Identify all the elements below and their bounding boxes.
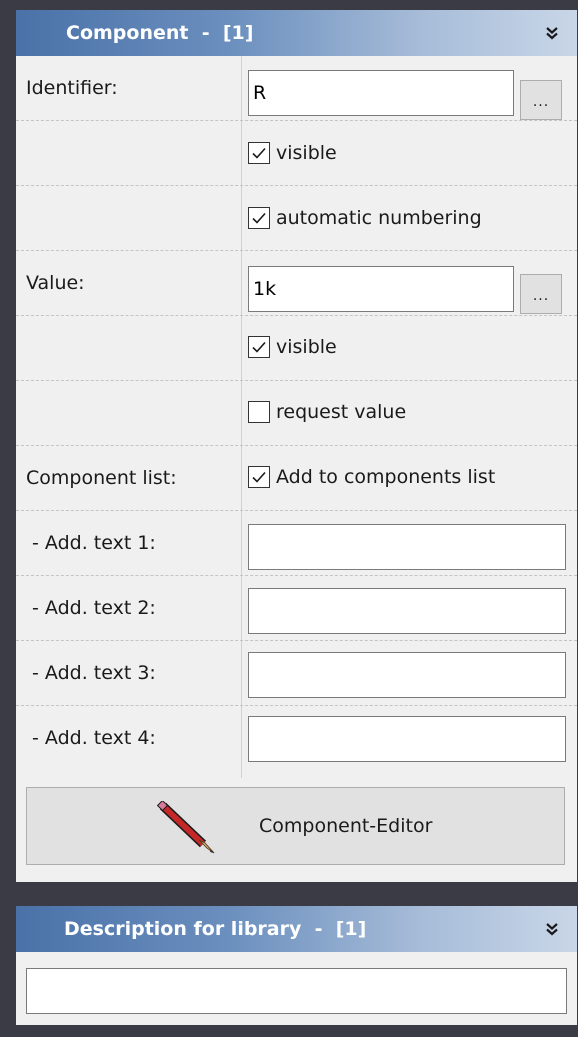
- checkmark-icon: [252, 341, 266, 353]
- identifier-input[interactable]: [248, 70, 514, 116]
- checkbox-box[interactable]: [248, 466, 270, 488]
- value-browse-button[interactable]: ...: [520, 274, 562, 314]
- identifier-browse-label: ...: [532, 94, 550, 110]
- checkbox-box[interactable]: [248, 336, 270, 358]
- component-editor-label: Component-Editor: [259, 815, 433, 837]
- identifier-visible-checkbox[interactable]: visible: [248, 142, 337, 164]
- component-panel-title: Component - [1]: [66, 22, 254, 44]
- component-editor-button[interactable]: Component-Editor: [26, 787, 565, 865]
- identifier-browse-button[interactable]: ...: [520, 80, 562, 120]
- description-panel-title: Description for library - [1]: [64, 918, 367, 940]
- add-text-1-label: - Add. text 1:: [26, 532, 156, 554]
- add-to-list-label: Add to components list: [276, 466, 496, 488]
- description-input[interactable]: [26, 968, 567, 1014]
- checkbox-box[interactable]: [248, 401, 270, 423]
- value-browse-label: ...: [532, 288, 550, 304]
- add-text-4-label: - Add. text 4:: [26, 727, 156, 749]
- auto-numbering-label: automatic numbering: [276, 207, 482, 229]
- identifier-label: Identifier:: [26, 77, 118, 99]
- add-text-4-input[interactable]: [248, 716, 566, 762]
- request-value-label: request value: [276, 401, 407, 423]
- value-visible-checkbox[interactable]: visible: [248, 336, 337, 358]
- value-label: Value:: [26, 272, 85, 294]
- add-text-2-label: - Add. text 2:: [26, 597, 156, 619]
- auto-numbering-checkbox[interactable]: automatic numbering: [248, 207, 482, 229]
- component-panel-header[interactable]: Component - [1]: [16, 10, 577, 56]
- identifier-visible-label: visible: [276, 142, 337, 164]
- checkmark-icon: [252, 147, 266, 159]
- checkbox-box[interactable]: [248, 207, 270, 229]
- add-to-list-checkbox[interactable]: Add to components list: [248, 466, 495, 488]
- value-visible-label: visible: [276, 336, 337, 358]
- double-chevron-down-icon[interactable]: [537, 906, 567, 952]
- pencil-icon: [157, 801, 215, 854]
- checkbox-box[interactable]: [248, 142, 270, 164]
- description-panel: Description for library - [1]: [16, 906, 577, 1025]
- add-text-1-input[interactable]: [248, 524, 566, 570]
- value-input[interactable]: [248, 266, 514, 312]
- checkmark-icon: [252, 212, 266, 224]
- request-value-checkbox[interactable]: request value: [248, 401, 406, 423]
- double-chevron-down-icon[interactable]: [537, 10, 567, 56]
- component-list-label: Component list:: [26, 467, 177, 489]
- checkmark-icon: [252, 471, 266, 483]
- add-text-3-label: - Add. text 3:: [26, 662, 156, 684]
- component-panel: Component - [1] Identifier: ... visible …: [16, 10, 577, 882]
- add-text-2-input[interactable]: [248, 588, 566, 634]
- add-text-3-input[interactable]: [248, 652, 566, 698]
- description-panel-header[interactable]: Description for library - [1]: [16, 906, 577, 952]
